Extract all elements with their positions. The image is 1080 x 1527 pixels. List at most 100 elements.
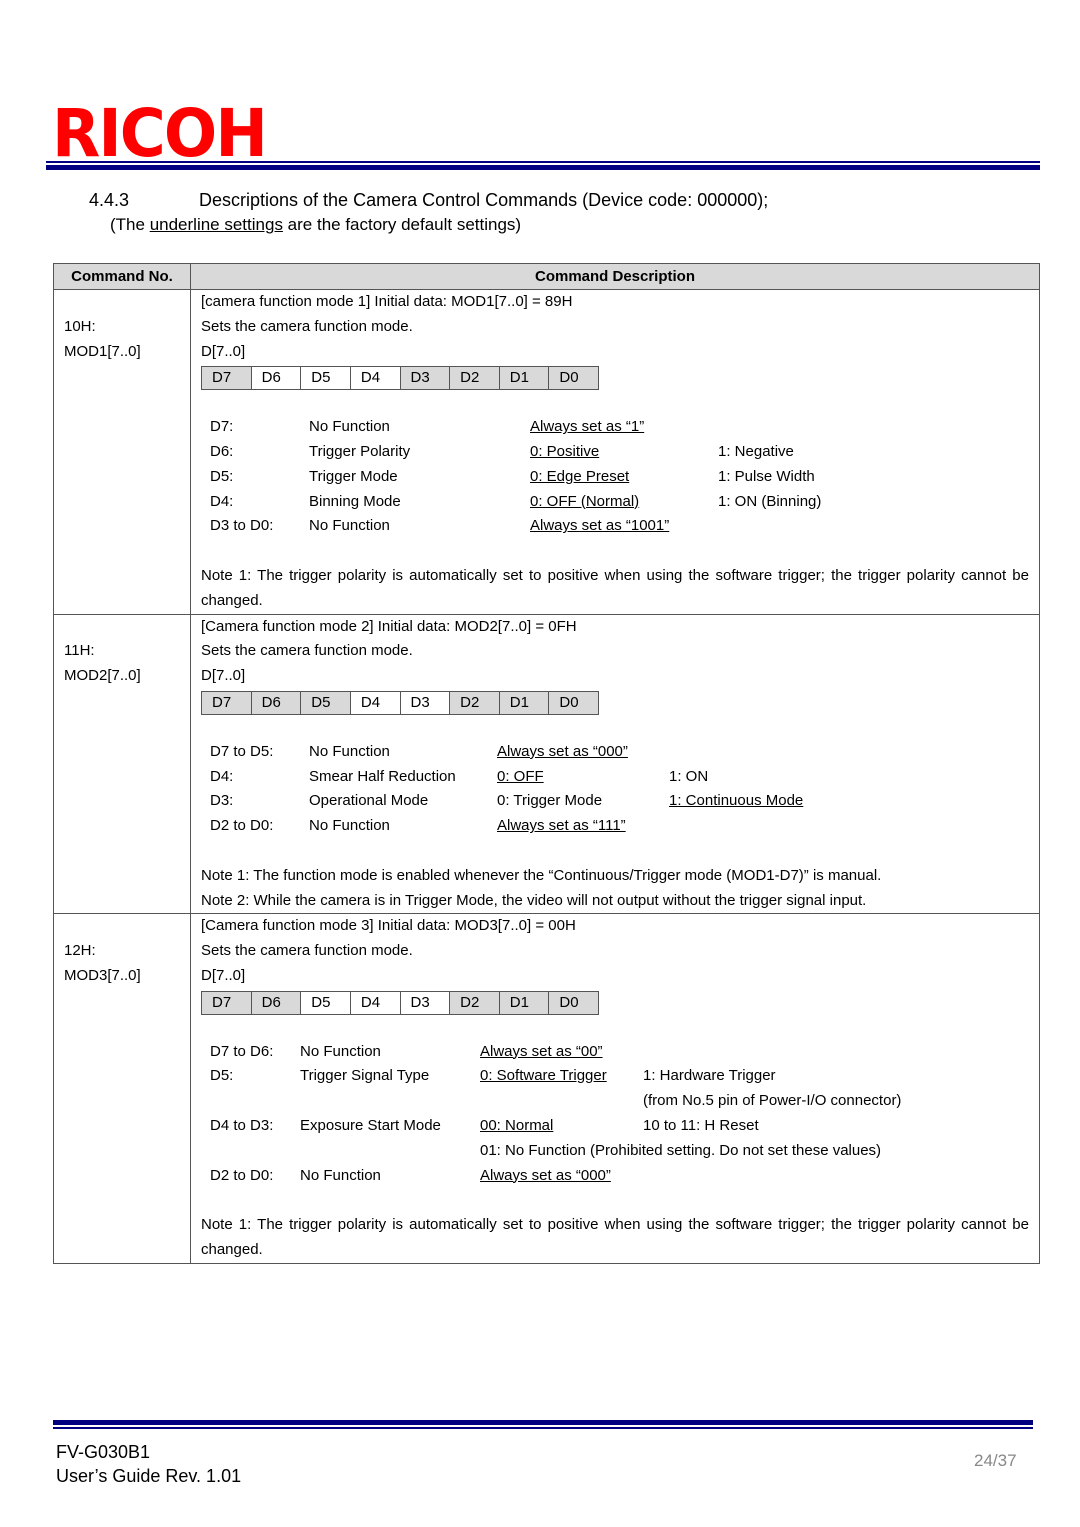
bit-id: D7 to D5:: [210, 742, 274, 760]
option-1: 1: Pulse Width: [718, 467, 815, 485]
table-row: 11H: MOD2[7..0] [Camera function mode 2] I…: [53, 613, 1040, 915]
page-number: 24/37: [974, 1451, 1017, 1470]
bit-function: [300, 1139, 480, 1164]
bit-function: Smear Half Reduction: [309, 767, 456, 785]
section-number: 4.4.3: [89, 190, 130, 210]
option-0-wrap: 0: Trigger Mode: [497, 789, 669, 814]
command-title: [Camera function mode 3] Initial data: M…: [201, 917, 576, 935]
option-1: 1: Negative: [718, 442, 794, 460]
command-title: [Camera function mode 2] Initial data: M…: [201, 617, 577, 635]
option-0-wrap: Always set as “1”: [530, 415, 718, 440]
option-0-wrap: Always set as “000”: [480, 1164, 643, 1189]
command-register: MOD2[7..0]: [64, 667, 141, 685]
option-0-wrap: 01: No Function (Prohibited setting. Do …: [480, 1139, 881, 1164]
bit-cell: D0: [549, 367, 599, 391]
bit-cell: D2: [450, 367, 500, 391]
bit-description-row: D4: Binning Mode 0: OFF (Normal) 1: ON (Bin…: [201, 490, 1029, 515]
option-0-wrap: 0: OFF: [497, 765, 669, 790]
bit-id: D4 to D3:: [210, 1116, 274, 1134]
option-0: Always set as “1001”: [530, 517, 670, 535]
command-summary: Sets the camera function mode.: [201, 642, 413, 660]
bit-map: D7 D6 D5 D4 D3 D2 D1 D0: [201, 690, 599, 715]
bit-cell: D4: [350, 367, 401, 391]
header-command-no: Command No.: [53, 263, 191, 290]
bit-cell: D1: [499, 691, 550, 715]
option-0-wrap: Always set as “1001”: [530, 514, 718, 539]
option-1: (from No.5 pin of Power-I/O connector): [643, 1092, 902, 1110]
command-no-cell: 11H: MOD2[7..0]: [53, 613, 191, 915]
bit-id: D5:: [210, 1067, 234, 1085]
header-rule-thick: [46, 165, 1040, 170]
bit-function: No Function: [300, 1042, 381, 1060]
bit-id: D3 to D0:: [210, 517, 274, 535]
command-code: 11H:: [64, 642, 95, 660]
bit-function: No Function: [300, 1166, 381, 1184]
bit-description-row: D6: Trigger Polarity 0: Positive 1: Negativ…: [201, 440, 1029, 465]
command-code: 10H:: [64, 317, 96, 335]
command-no-cell: 10H: MOD1[7..0]: [53, 289, 191, 615]
option-0: 01: No Function (Prohibited setting. Do …: [480, 1141, 882, 1159]
bit-map: D7 D6 D5 D4 D3 D2 D1 D0: [201, 366, 599, 391]
option-1: 1: ON: [669, 767, 709, 785]
bit-id: D3:: [210, 792, 234, 810]
option-0: Always set as “000”: [480, 1166, 611, 1184]
option-0-wrap: [480, 1089, 643, 1114]
command-summary: Sets the camera function mode.: [201, 942, 413, 960]
header-rule-thin: [46, 161, 1040, 163]
bit-description-row: D2 to D0: No Function Always set as “000”: [201, 1164, 1029, 1189]
bit-description-row: D7 to D6: No Function Always set as “00”: [201, 1040, 1029, 1065]
table-row: 12H: MOD3[7..0] [Camera function mode 3] I…: [53, 913, 1040, 1264]
bits-label: D[7..0]: [201, 342, 246, 360]
bit-cell: D4: [350, 691, 401, 715]
subtitle-prefix: (The: [110, 215, 150, 234]
bit-id: D4:: [210, 492, 234, 510]
command-description-cell: [camera function mode 1] Initial data: M…: [190, 289, 1040, 615]
option-0: 00: Normal: [480, 1116, 554, 1134]
bit-function: Trigger Polarity: [309, 442, 411, 460]
option-0: 0: Edge Preset: [530, 467, 630, 485]
bit-id: D7:: [210, 418, 234, 436]
section-heading: 4.4.3 Descriptions of the Camera Control…: [89, 190, 768, 211]
command-no-cell: 12H: MOD3[7..0]: [53, 913, 191, 1264]
bit-function: Operational Mode: [309, 792, 429, 810]
option-0-wrap: Always set as “111”: [497, 814, 669, 839]
option-0-wrap: Always set as “000”: [497, 740, 669, 765]
bit-description-row: D4 to D3: Exposure Start Mode 00: Normal 10…: [201, 1114, 1029, 1139]
footer-guide: User’s Guide Rev. 1.01: [56, 1466, 242, 1486]
option-1: 10 to 11: H Reset: [643, 1116, 759, 1134]
ricoh-logo: RICOH: [52, 101, 277, 167]
note-text: Note 2: While the camera is in Trigger M…: [201, 891, 867, 909]
command-code: 12H:: [64, 942, 96, 960]
bit-description-row: D5: Trigger Signal Type 0: Software Trigge…: [201, 1064, 1029, 1089]
bit-id: [210, 1139, 300, 1164]
bit-cell: D7: [202, 991, 252, 1015]
option-0-wrap: 0: OFF (Normal): [530, 490, 718, 515]
bit-description-row: 01: No Function (Prohibited setting. Do …: [201, 1139, 1029, 1164]
section-title: Descriptions of the Camera Control Comma…: [199, 190, 769, 210]
bit-description-row: D4: Smear Half Reduction 0: OFF 1: ON: [201, 765, 1029, 790]
bit-cell: D5: [301, 691, 351, 715]
bit-id: D2 to D0:: [210, 817, 274, 835]
bit-description-row: D2 to D0: No Function Always set as “111”: [201, 814, 1029, 839]
bit-id: D7 to D6:: [210, 1042, 274, 1060]
bit-description-row: D5: Trigger Mode 0: Edge Preset 1: Pulse Wi…: [201, 465, 1029, 490]
option-0-wrap: 00: Normal: [480, 1114, 643, 1139]
bit-description-row: (from No.5 pin of Power-I/O connector): [201, 1089, 1029, 1114]
command-description-cell: [Camera function mode 2] Initial data: M…: [190, 613, 1040, 915]
option-0: Always set as “1”: [530, 418, 645, 436]
bit-description-row: D7 to D5: No Function Always set as “000”: [201, 740, 1029, 765]
header-command-description: Command Description: [190, 263, 1040, 290]
option-0: 0: Positive: [530, 442, 600, 460]
option-1: 1: ON (Binning): [718, 492, 822, 510]
option-0-wrap: 0: Software Trigger: [480, 1064, 643, 1089]
bit-cell: D7: [202, 691, 252, 715]
bit-description-row: D3: Operational Mode 0: Trigger Mode 1: Con…: [201, 789, 1029, 814]
option-0-wrap: 0: Positive: [530, 440, 718, 465]
bit-id: D2 to D0:: [210, 1166, 274, 1184]
